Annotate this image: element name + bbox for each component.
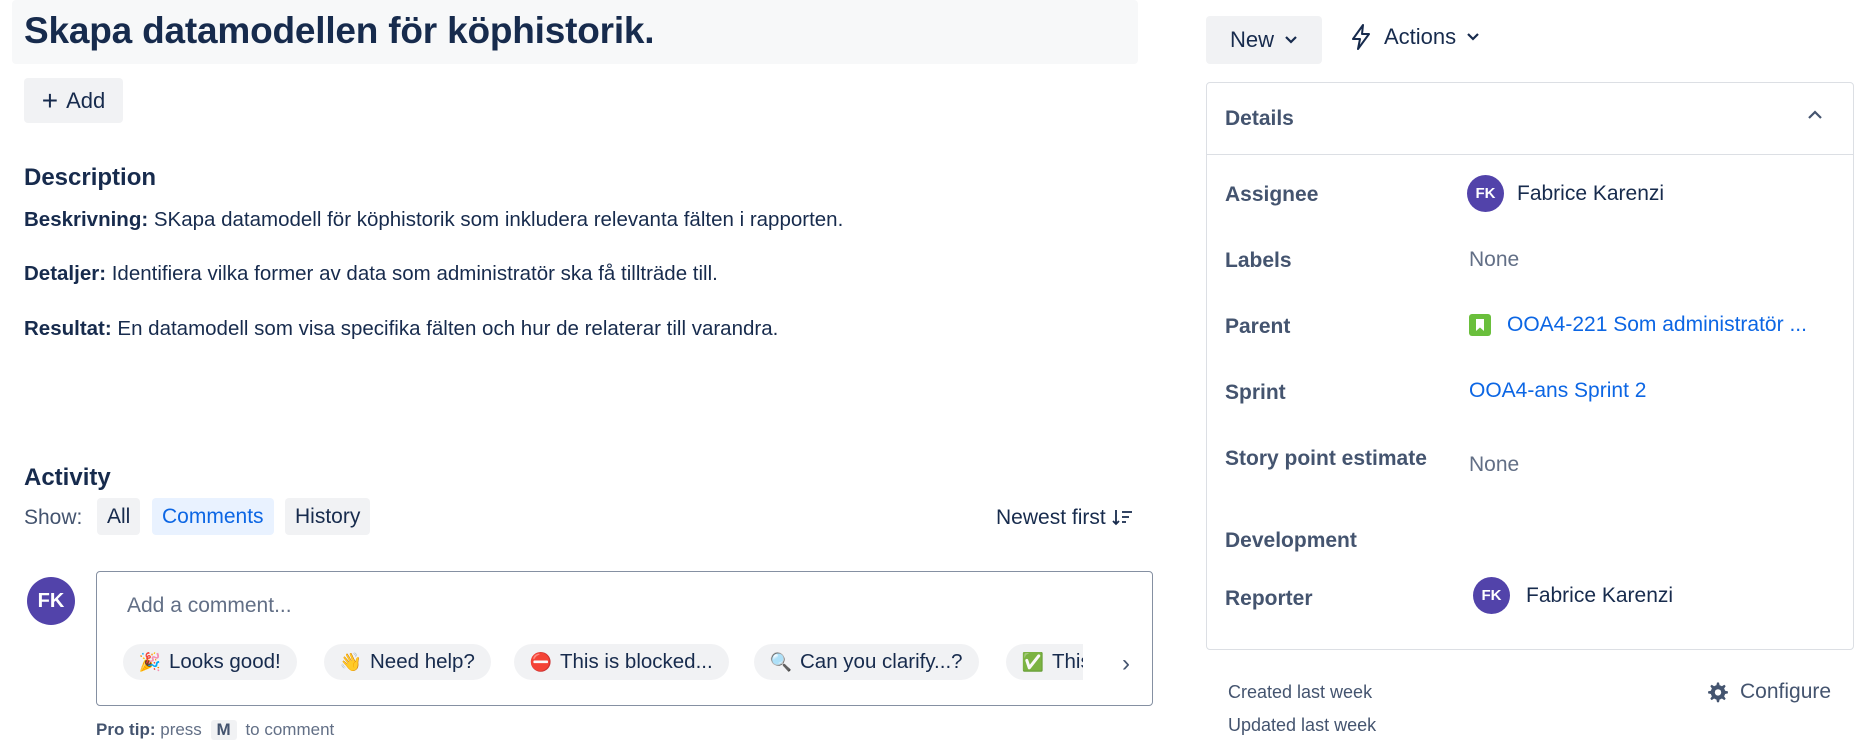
sprint-link[interactable]: OOA4-ans Sprint 2 (1469, 379, 1646, 403)
chevron-down-icon (1467, 33, 1479, 41)
pro-tip: Pro tip: press M to comment (96, 720, 334, 740)
quick-reply-label: Need help? (370, 650, 475, 673)
configure-button[interactable]: Configure (1706, 680, 1831, 704)
assignee-name: Fabrice Karenzi (1517, 181, 1665, 205)
created-timestamp: Created last week (1228, 682, 1373, 702)
comment-editor[interactable]: Add a comment... 🎉 Looks good! 👋 Need he… (96, 571, 1153, 706)
status-label: New (1229, 27, 1274, 52)
reporter-label: Reporter (1225, 587, 1313, 610)
magnifier-icon: 🔍 (769, 651, 793, 672)
filter-history-button[interactable]: History (285, 498, 371, 535)
sort-order-label: Newest first (996, 506, 1106, 529)
paragraph-label: Detaljer: (24, 262, 107, 285)
parent-link[interactable]: OOA4-221 Som administratör ... (1507, 313, 1807, 337)
actions-dropdown[interactable]: Actions (1350, 24, 1480, 50)
details-heading: Details (1225, 107, 1294, 130)
pro-tip-press: press (160, 720, 202, 739)
labels-label: Labels (1225, 249, 1292, 272)
assignee-label: Assignee (1225, 183, 1319, 206)
updated-timestamp: Updated last week (1228, 715, 1377, 735)
filter-all-button[interactable]: All (97, 498, 141, 535)
description-paragraph[interactable]: Resultat: En datamodell som visa specifi… (24, 317, 778, 341)
show-label: Show: (24, 506, 83, 529)
check-mark-icon: ✅ (1021, 651, 1045, 672)
activity-heading: Activity (24, 464, 111, 491)
parent-field[interactable]: OOA4-221 Som administratör ... (1469, 313, 1807, 337)
quick-reply-on-track[interactable]: ✅ This is on track (1006, 644, 1083, 680)
no-entry-icon: ⛔ (529, 651, 553, 672)
labels-field[interactable]: None (1469, 248, 1519, 272)
quick-reply-looks-good[interactable]: 🎉 Looks good! (123, 644, 297, 680)
filter-comments-button[interactable]: Comments (152, 498, 274, 535)
details-panel: Details Assignee FK Fabrice Karenzi Labe… (1206, 82, 1854, 650)
quick-reply-clarify[interactable]: 🔍 Can you clarify...? (754, 644, 979, 680)
sort-descending-icon (1112, 510, 1132, 526)
lightning-icon (1352, 24, 1370, 50)
story-point-estimate-label: Story point estimate (1225, 447, 1427, 470)
paragraph-label: Beskrivning: (24, 208, 149, 231)
quick-reply-blocked[interactable]: ⛔ This is blocked... (514, 644, 729, 680)
chevron-down-icon (1285, 36, 1297, 44)
parent-label: Parent (1225, 315, 1291, 338)
assignee-field[interactable]: FK Fabrice Karenzi (1467, 175, 1664, 212)
avatar: FK (1473, 577, 1510, 614)
keyboard-shortcut-key: M (210, 720, 237, 740)
plus-icon: + (41, 84, 59, 116)
story-icon (1469, 314, 1491, 336)
comment-input[interactable]: Add a comment... (127, 594, 292, 618)
description-paragraph[interactable]: Beskrivning: SKapa datamodell för köphis… (24, 208, 843, 232)
story-point-estimate-field[interactable]: None (1469, 453, 1519, 477)
paragraph-text: En datamodell som visa specifika fälten … (111, 317, 779, 340)
development-label: Development (1225, 529, 1357, 552)
avatar: FK (27, 577, 75, 625)
quick-reply-label: This is blocked... (560, 650, 713, 673)
sprint-label: Sprint (1225, 381, 1286, 404)
avatar: FK (1467, 175, 1504, 212)
pro-tip-rest: to comment (245, 720, 335, 739)
quick-reply-label: This is on track (1052, 650, 1083, 673)
quick-replies: 🎉 Looks good! 👋 Need help? ⛔ This is blo… (123, 644, 1083, 680)
details-header[interactable]: Details (1207, 83, 1853, 155)
actions-label: Actions (1384, 24, 1457, 49)
reporter-name: Fabrice Karenzi (1526, 583, 1674, 607)
pro-tip-label: Pro tip: (96, 720, 156, 739)
chevron-up-icon[interactable] (1807, 109, 1823, 121)
chevron-right-icon[interactable]: › (1122, 650, 1130, 678)
description-paragraph[interactable]: Detaljer: Identifiera vilka former av da… (24, 262, 718, 286)
quick-reply-need-help[interactable]: 👋 Need help? (324, 644, 491, 680)
configure-label: Configure (1740, 680, 1832, 703)
paragraph-text: SKapa datamodell för köphistorik som ink… (148, 208, 844, 231)
sort-order-button[interactable]: Newest first (996, 506, 1134, 530)
party-popper-icon: 🎉 (138, 651, 162, 672)
paragraph-label: Resultat: (24, 317, 112, 340)
paragraph-text: Identifiera vilka former av data som adm… (106, 262, 718, 285)
quick-reply-label: Looks good! (169, 650, 281, 673)
add-button[interactable]: + Add (24, 78, 123, 123)
add-button-label: Add (66, 87, 106, 113)
waving-hand-icon: 👋 (339, 651, 363, 672)
gear-icon (1708, 682, 1728, 703)
issue-title[interactable]: Skapa datamodellen för köphistorik. (24, 10, 655, 52)
status-dropdown[interactable]: New (1206, 16, 1322, 64)
description-heading: Description (24, 164, 157, 191)
quick-reply-label: Can you clarify...? (800, 650, 963, 673)
reporter-field[interactable]: FK Fabrice Karenzi (1473, 577, 1673, 614)
